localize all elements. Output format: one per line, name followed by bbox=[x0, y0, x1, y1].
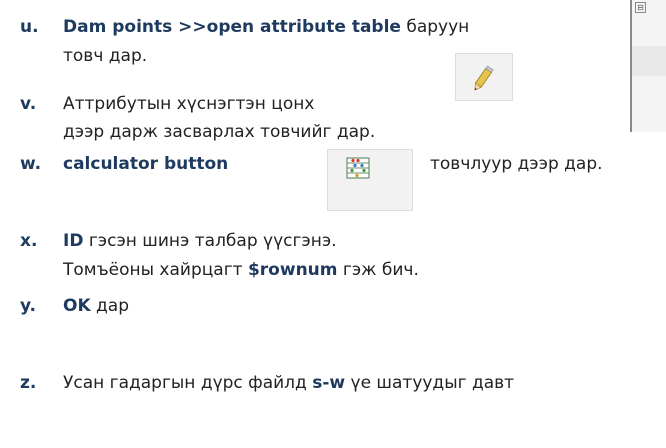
item-w-rest: товчлуур дээр дар. bbox=[430, 154, 603, 174]
item-u-bold: Dam points >>open attribute table bbox=[63, 17, 401, 37]
item-x-line-2: Томъёоны хайрцагт $rownum гэж бич. bbox=[63, 258, 419, 282]
pencil-icon bbox=[474, 65, 494, 91]
window-band bbox=[632, 46, 666, 76]
list-marker-v: v. bbox=[20, 94, 37, 114]
item-u-line-2: товч дар. bbox=[63, 46, 148, 66]
item-x-bold: ID bbox=[63, 231, 84, 251]
item-v-line-1: Аттрибутын хүснэгтэн цонх bbox=[63, 94, 315, 114]
item-x-line-2-bold: $rownum bbox=[247, 260, 338, 280]
field-calculator-icon bbox=[346, 157, 370, 179]
item-u-line-1: Dam points >>open attribute table баруун bbox=[63, 15, 469, 39]
item-w-bold: calculator button bbox=[63, 154, 229, 174]
item-z-bold: s-w bbox=[312, 373, 346, 393]
item-v-line-2: дээр дарж засварлах товчийг дар. bbox=[63, 122, 376, 142]
edit-icon-box bbox=[455, 53, 513, 101]
item-z-line: Усан гадаргын дүрс файлд s-w үе шатуудыг… bbox=[63, 371, 514, 395]
item-u-rest: баруун bbox=[400, 17, 470, 37]
list-marker-x: x. bbox=[20, 231, 38, 251]
item-y-rest: дар bbox=[90, 296, 129, 316]
item-y-line: OK дар bbox=[63, 294, 129, 318]
list-marker-y: y. bbox=[20, 296, 36, 316]
item-y-bold: OK bbox=[63, 296, 91, 316]
list-marker-w: w. bbox=[20, 154, 42, 174]
item-z-pre: Усан гадаргын дүрс файлд bbox=[63, 373, 313, 393]
item-x-rest: гэсэн шинэ талбар үүсгэнэ. bbox=[83, 231, 337, 251]
clipped-window-fragment: ⊟ bbox=[630, 0, 666, 132]
item-z-rest: үе шатуудыг давт bbox=[345, 373, 515, 393]
collapse-icon: ⊟ bbox=[635, 2, 646, 13]
item-x-line-1: ID гэсэн шинэ талбар үүсгэнэ. bbox=[63, 229, 337, 253]
item-w-bold-text: calculator button bbox=[63, 152, 228, 176]
item-x-line-2-pre: Томъёоны хайрцагт bbox=[63, 260, 248, 280]
list-marker-z: z. bbox=[20, 373, 37, 393]
list-marker-u: u. bbox=[20, 17, 39, 37]
item-x-line-2-rest: гэж бич. bbox=[337, 260, 419, 280]
calculator-icon-box bbox=[327, 149, 413, 211]
